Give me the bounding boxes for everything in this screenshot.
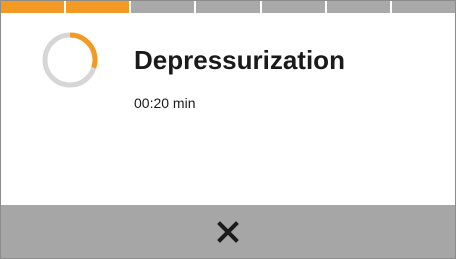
dialog-frame: Depressurization 00:20 min [0, 0, 456, 259]
dialog-title: Depressurization [134, 45, 345, 75]
progress-ring [42, 32, 98, 88]
step-segment [66, 1, 130, 13]
dialog-footer [1, 205, 455, 258]
step-segment [391, 1, 455, 13]
close-icon [217, 221, 239, 243]
remaining-time: 00:20 min [134, 95, 196, 111]
step-indicator [1, 1, 455, 13]
step-segment [196, 1, 260, 13]
step-segment [261, 1, 325, 13]
close-button[interactable] [204, 211, 252, 253]
step-segment [131, 1, 195, 13]
step-segment [1, 1, 65, 13]
step-segment [326, 1, 390, 13]
